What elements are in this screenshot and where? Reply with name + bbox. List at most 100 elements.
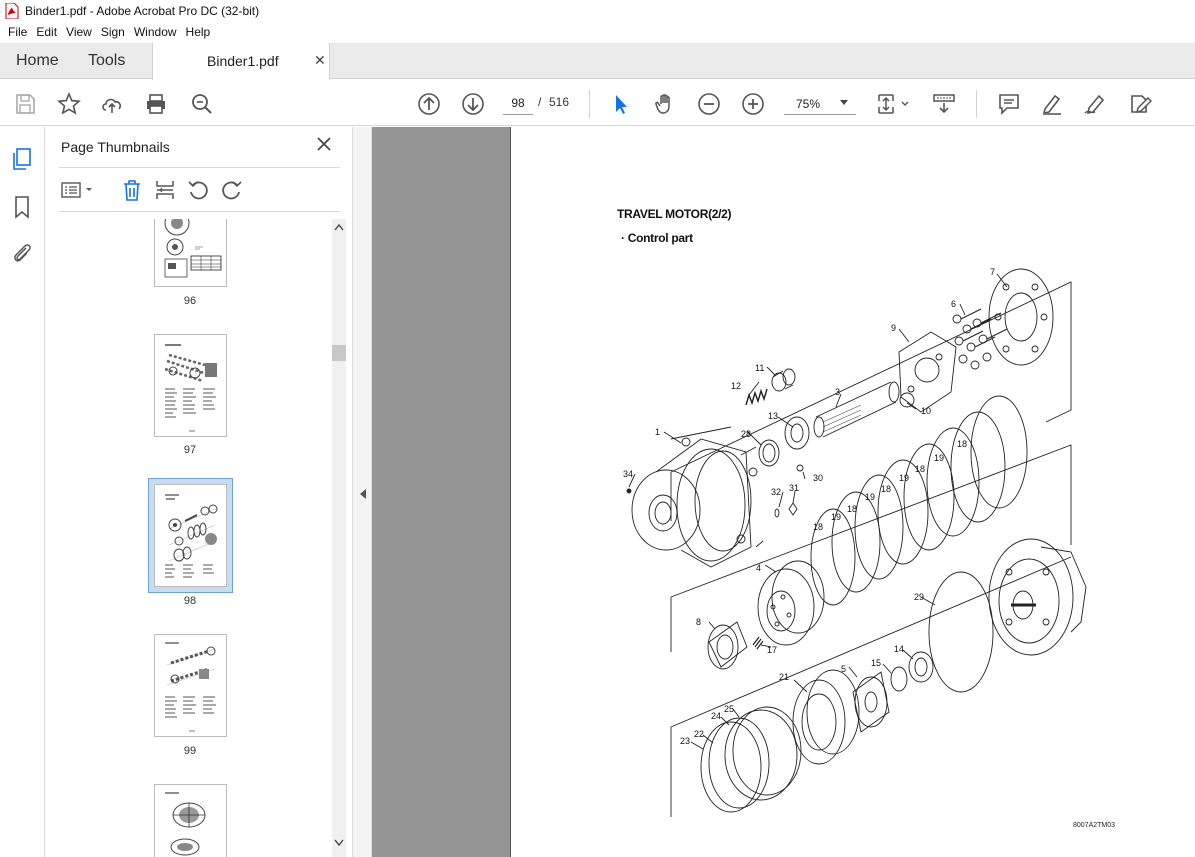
- thumbnail-page-number: 98: [183, 595, 197, 607]
- part-label-19c: 19: [865, 492, 875, 502]
- thumbnail-preview: [165, 642, 216, 732]
- scrollbar-thumb[interactable]: [332, 345, 346, 361]
- part-label-1: 1: [655, 427, 660, 437]
- window-title: Binder1.pdf - Adobe Acrobat Pro DC (32-b…: [25, 4, 260, 18]
- zoom-search-icon[interactable]: [190, 92, 214, 116]
- page-total: 516: [549, 95, 570, 109]
- comment-icon[interactable]: [997, 92, 1021, 116]
- part-label-19b: 19: [899, 473, 909, 483]
- scroll-down-icon[interactable]: [334, 839, 344, 847]
- close-panel-icon[interactable]: [317, 137, 331, 151]
- thumbnail-page-number: 99: [183, 745, 197, 757]
- part-label-7: 7: [990, 267, 995, 277]
- part-label-28: 28: [741, 429, 751, 439]
- part-label-21: 21: [779, 672, 789, 682]
- part-label-19: 19: [934, 453, 944, 463]
- part-label-15: 15: [871, 658, 881, 668]
- save-icon[interactable]: [13, 92, 37, 116]
- part-label-24: 24: [711, 711, 721, 721]
- part-label-8: 8: [696, 617, 701, 627]
- part-label-30: 30: [813, 473, 823, 483]
- delete-page-icon[interactable]: [121, 179, 143, 201]
- page-number-input[interactable]: 98: [503, 91, 533, 115]
- page-thumbnails-icon[interactable]: [10, 147, 34, 171]
- exploded-parts-diagram: 1 3 4 5 6 7 8 9 10 11 12 13 14 15 17 18 …: [623, 267, 1087, 817]
- part-label-22: 22: [694, 729, 704, 739]
- part-label-3: 3: [835, 387, 840, 397]
- part-label-9: 9: [891, 323, 896, 333]
- next-page-icon[interactable]: [461, 92, 485, 116]
- menu-sign[interactable]: Sign: [101, 25, 125, 39]
- divider: [59, 211, 340, 212]
- divider: [59, 167, 340, 168]
- hand-tool-icon[interactable]: [653, 92, 677, 116]
- tab-document[interactable]: Binder1.pdf ✕: [152, 43, 330, 80]
- edit-pdf-icon[interactable]: [1128, 92, 1153, 116]
- part-label-18: 18: [957, 439, 967, 449]
- extract-pages-icon[interactable]: [154, 179, 176, 201]
- upload-cloud-icon[interactable]: [100, 92, 124, 116]
- zoom-in-icon[interactable]: [741, 92, 765, 116]
- thumbnail-preview: [164, 219, 222, 278]
- part-label-14: 14: [894, 644, 904, 654]
- navigation-rail: [0, 127, 45, 857]
- part-label-25: 25: [724, 704, 734, 714]
- tab-tools[interactable]: Tools: [88, 43, 125, 79]
- part-label-17: 17: [767, 645, 777, 655]
- part-label-29: 29: [914, 592, 924, 602]
- sign-pen-icon[interactable]: [1083, 92, 1107, 116]
- print-icon[interactable]: [144, 92, 168, 116]
- part-label-18d: 18: [847, 504, 857, 514]
- rotate-clockwise-icon[interactable]: [221, 179, 243, 201]
- thumbnail-scrollbar[interactable]: [332, 219, 346, 857]
- thumbnail-page-number: 96: [183, 295, 197, 307]
- page-thumbnail[interactable]: [154, 219, 227, 287]
- pdf-page: TRAVEL MOTOR(2/2) · Control part 1 3 4 5…: [510, 127, 1195, 857]
- tab-home[interactable]: Home: [16, 43, 59, 79]
- bookmark-star-icon[interactable]: [57, 91, 81, 116]
- menu-help[interactable]: Help: [186, 25, 211, 39]
- part-label-12: 12: [731, 381, 741, 391]
- page-thumbnail[interactable]: [154, 334, 227, 437]
- menu-window[interactable]: Window: [134, 25, 177, 39]
- scroll-up-icon[interactable]: [334, 223, 344, 231]
- part-label-18e: 18: [813, 522, 823, 532]
- select-cursor-icon[interactable]: [609, 92, 633, 116]
- page-thumbnail[interactable]: [154, 634, 227, 737]
- part-label-31: 31: [789, 483, 799, 493]
- part-label-6: 6: [951, 299, 956, 309]
- menu-file[interactable]: File: [8, 25, 27, 39]
- part-label-34: 34: [623, 469, 633, 479]
- page-fit-icon[interactable]: [876, 92, 912, 116]
- close-tab-icon[interactable]: ✕: [314, 52, 326, 69]
- bookmarks-icon[interactable]: [10, 195, 34, 219]
- collapse-panel-icon[interactable]: [359, 489, 367, 499]
- zoom-select[interactable]: 75%: [784, 91, 856, 115]
- tab-document-label: Binder1.pdf: [207, 53, 279, 69]
- page-thumbnail[interactable]: [154, 784, 227, 857]
- toolbar-divider: [976, 90, 977, 118]
- page-thumbnail-selected[interactable]: [154, 484, 227, 587]
- previous-page-icon[interactable]: [417, 92, 441, 116]
- part-label-18b: 18: [915, 464, 925, 474]
- title-bar: Binder1.pdf - Adobe Acrobat Pro DC (32-b…: [0, 0, 1195, 22]
- rotate-counterclockwise-icon[interactable]: [187, 179, 209, 201]
- main-toolbar: 98 / 516 75%: [0, 80, 1195, 126]
- thumbnail-preview: [165, 494, 218, 578]
- part-label-5: 5: [841, 664, 846, 674]
- thumbnail-options-icon[interactable]: [61, 179, 95, 201]
- menu-view[interactable]: View: [66, 25, 92, 39]
- scroll-mode-icon[interactable]: [932, 92, 956, 116]
- menu-edit[interactable]: Edit: [36, 25, 57, 39]
- part-label-32: 32: [771, 487, 781, 497]
- part-label-13: 13: [768, 411, 778, 421]
- chevron-down-icon: [840, 100, 848, 105]
- attachments-icon[interactable]: [10, 241, 34, 265]
- highlight-pen-icon[interactable]: [1040, 92, 1064, 116]
- panel-splitter[interactable]: [352, 127, 372, 857]
- tab-bar: Home Tools Binder1.pdf ✕: [0, 43, 1195, 80]
- zoom-out-icon[interactable]: [697, 92, 721, 116]
- part-label-10: 10: [921, 406, 931, 416]
- part-label-23: 23: [680, 736, 690, 746]
- document-viewport[interactable]: TRAVEL MOTOR(2/2) · Control part 1 3 4 5…: [372, 127, 1195, 857]
